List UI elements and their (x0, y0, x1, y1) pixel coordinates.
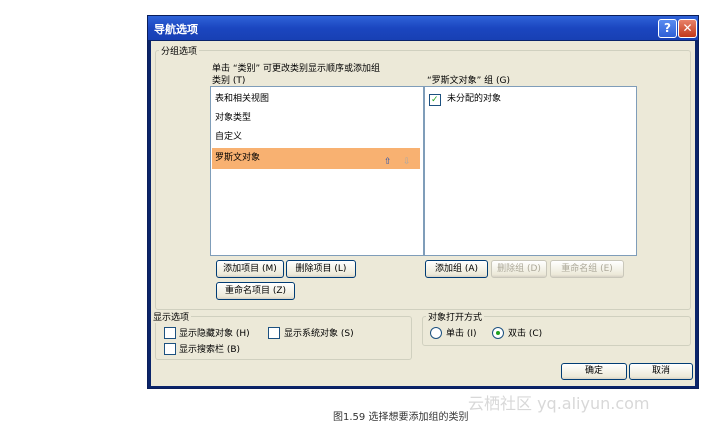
show-hidden-label: 显示隐藏对象 (H) (179, 329, 250, 339)
delete-group-button[interactable]: 删除组 (D) (491, 260, 547, 278)
double-click-radio[interactable] (492, 327, 504, 339)
categories-list[interactable]: 表和相关视图 对象类型 自定义 罗斯文对象 ⇧ ⇩ (210, 86, 424, 256)
single-click-radio[interactable] (430, 327, 442, 339)
move-down-icon[interactable]: ⇩ (403, 152, 411, 173)
help-button[interactable]: ? (658, 19, 677, 38)
category-item-label: 自定义 (215, 132, 243, 142)
category-item-tables[interactable]: 表和相关视图 (212, 90, 420, 109)
show-system-checkbox[interactable] (268, 327, 280, 339)
add-item-button[interactable]: 添加项目 (M) (216, 260, 284, 278)
display-options-legend: 显示选项 (151, 310, 192, 323)
category-item-object-type[interactable]: 对象类型 (212, 109, 420, 128)
category-item-northwind-selected[interactable]: 罗斯文对象 ⇧ ⇩ (212, 148, 420, 169)
cancel-button[interactable]: 取消 (629, 363, 693, 380)
rename-item-button[interactable]: 重命名项目 (Z) (216, 282, 295, 300)
show-search-checkbox[interactable] (164, 343, 176, 355)
dialog-title: 导航选项 (154, 23, 198, 36)
title-bar[interactable]: 导航选项 ? ✕ (148, 16, 698, 40)
categories-label: 类别 (T) (212, 76, 246, 86)
check-icon: ✓ (431, 95, 439, 105)
show-hidden-checkbox[interactable] (164, 327, 176, 339)
close-button[interactable]: ✕ (678, 19, 697, 38)
grouping-options-legend: 分组选项 (159, 44, 200, 57)
group-item-label: 未分配的对象 (447, 94, 502, 104)
ok-button[interactable]: 确定 (561, 363, 627, 380)
group-item-unassigned[interactable]: ✓ 未分配的对象 (426, 90, 633, 109)
show-search-label: 显示搜索栏 (B) (179, 345, 241, 355)
category-item-custom[interactable]: 自定义 (212, 128, 420, 147)
dialog-body: 分组选项 单击 “类别” 可更改类别显示顺序或添加组 类别 (T) “罗斯文对象… (151, 41, 695, 386)
open-mode-legend: 对象打开方式 (426, 310, 485, 323)
category-item-label: 对象类型 (215, 113, 252, 123)
radio-selected-dot (496, 331, 500, 335)
add-group-button[interactable]: 添加组 (A) (425, 260, 488, 278)
groups-label: “罗斯文对象” 组 (G) (427, 76, 511, 86)
figure-caption: 图1.59 选择想要添加组的类别 (333, 412, 469, 423)
category-item-label: 表和相关视图 (215, 94, 270, 104)
category-item-label: 罗斯文对象 (215, 153, 261, 163)
delete-item-button[interactable]: 删除项目 (L) (286, 260, 356, 278)
groups-list[interactable]: ✓ 未分配的对象 (424, 86, 637, 256)
navigation-options-dialog: 导航选项 ? ✕ 分组选项 单击 “类别” 可更改类别显示顺序或添加组 类别 (… (147, 15, 699, 389)
group-item-checkbox[interactable]: ✓ (429, 94, 441, 106)
double-click-label: 双击 (C) (508, 329, 543, 339)
move-up-icon[interactable]: ⇧ (384, 152, 392, 173)
single-click-label: 单击 (I) (446, 329, 477, 339)
rename-group-button[interactable]: 重命名组 (E) (550, 260, 624, 278)
show-system-label: 显示系统对象 (S) (284, 329, 354, 339)
watermark: 云栖社区 yq.aliyun.com (468, 394, 650, 413)
